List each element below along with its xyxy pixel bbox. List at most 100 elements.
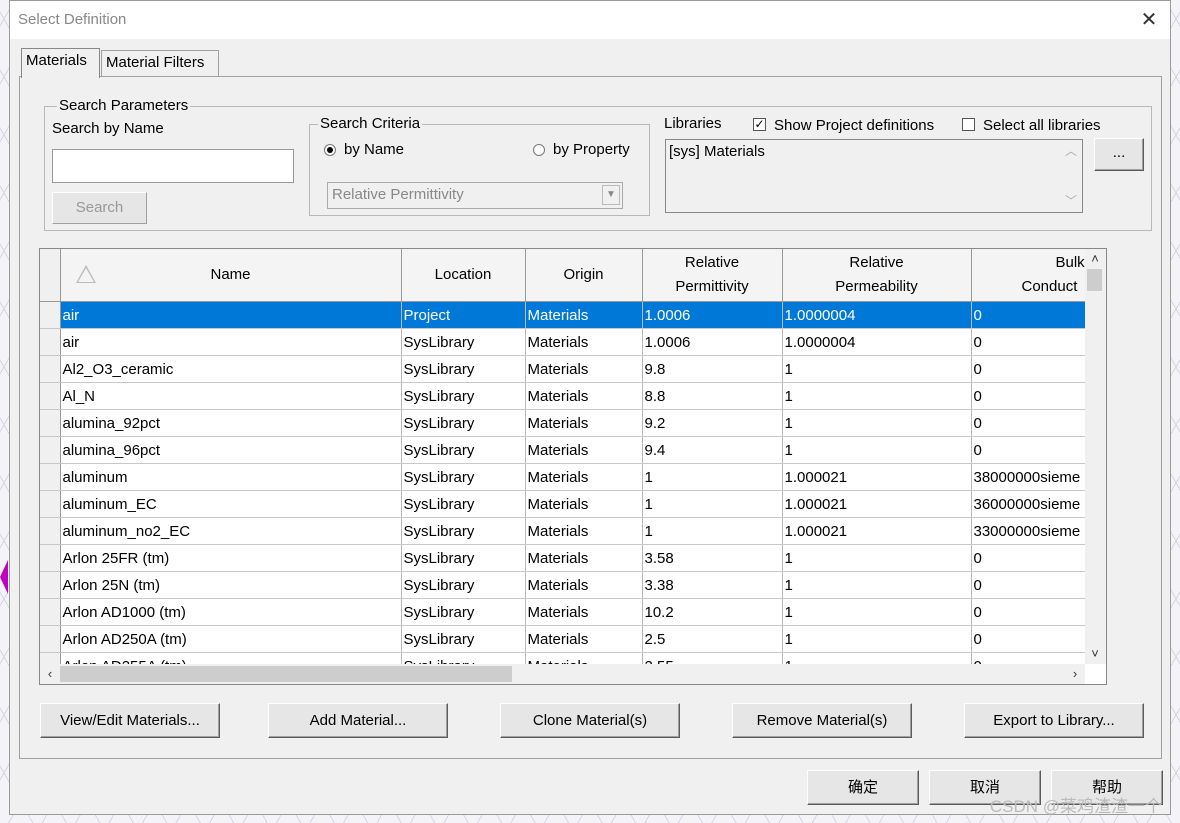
table-cell[interactable]: Materials bbox=[525, 355, 643, 383]
table-row[interactable]: air SysLibrary Materials 1.0006 1.0000004 0 bbox=[40, 328, 1085, 356]
tab-material-filters[interactable]: Material Filters bbox=[101, 50, 219, 76]
select-all-libraries-checkbox[interactable] bbox=[962, 118, 975, 131]
table-cell[interactable]: 1 bbox=[642, 463, 783, 491]
grid-horizontal-scrollbar[interactable]: ‹ › bbox=[40, 664, 1085, 684]
column-header-name[interactable]: Name bbox=[60, 249, 402, 302]
table-cell[interactable]: 33000000sieme bbox=[971, 517, 1085, 545]
by-property-radio[interactable] bbox=[533, 144, 545, 156]
table-cell[interactable]: 1 bbox=[642, 517, 783, 545]
table-cell[interactable]: 1.0000004 bbox=[782, 301, 972, 329]
table-cell[interactable]: Al2_O3_ceramic bbox=[60, 355, 402, 383]
table-cell[interactable]: 9.8 bbox=[642, 355, 783, 383]
table-cell[interactable]: 1.000021 bbox=[782, 490, 972, 518]
grid-vertical-scrollbar[interactable]: ˄ ˅ bbox=[1085, 249, 1106, 664]
add-material-button[interactable]: Add Material... bbox=[268, 703, 448, 738]
table-cell[interactable]: SysLibrary bbox=[401, 382, 526, 410]
table-row[interactable]: aluminum_no2_EC SysLibrary Materials 1 1.000… bbox=[40, 517, 1085, 545]
scroll-up-icon[interactable]: ︿ bbox=[1065, 142, 1077, 159]
row-header[interactable] bbox=[40, 463, 61, 491]
table-cell[interactable]: Materials bbox=[525, 409, 643, 437]
vertical-scroll-thumb[interactable] bbox=[1087, 269, 1102, 291]
table-cell[interactable]: 1 bbox=[782, 598, 972, 626]
table-cell[interactable]: air bbox=[60, 328, 402, 356]
table-cell[interactable]: Arlon AD255A (tm) bbox=[60, 652, 402, 664]
table-cell[interactable]: 9.2 bbox=[642, 409, 783, 437]
library-item[interactable]: [sys] Materials bbox=[669, 143, 765, 160]
table-cell[interactable]: alumina_96pct bbox=[60, 436, 402, 464]
table-cell[interactable]: Arlon AD1000 (tm) bbox=[60, 598, 402, 626]
browse-libraries-button[interactable]: ... bbox=[1094, 138, 1144, 171]
libraries-listbox[interactable]: [sys] Materials ︿ ﹀ bbox=[665, 139, 1083, 213]
column-header-bulk-conductivity[interactable]: Bulk Conduct bbox=[971, 249, 1085, 302]
table-cell[interactable]: aluminum_no2_EC bbox=[60, 517, 402, 545]
table-cell[interactable]: 0 bbox=[971, 328, 1085, 356]
scroll-up-icon[interactable]: ˄ bbox=[1085, 249, 1105, 269]
remove-material-button[interactable]: Remove Material(s) bbox=[732, 703, 912, 738]
table-cell[interactable]: Materials bbox=[525, 328, 643, 356]
table-cell[interactable]: 1.0006 bbox=[642, 328, 783, 356]
table-cell[interactable]: aluminum_EC bbox=[60, 490, 402, 518]
row-header[interactable] bbox=[40, 625, 61, 653]
table-cell[interactable]: Materials bbox=[525, 517, 643, 545]
clone-material-button[interactable]: Clone Material(s) bbox=[500, 703, 680, 738]
table-cell[interactable]: 2.5 bbox=[642, 625, 783, 653]
by-name-radio[interactable] bbox=[324, 144, 336, 156]
table-cell[interactable]: Materials bbox=[525, 436, 643, 464]
table-cell[interactable]: SysLibrary bbox=[401, 598, 526, 626]
table-cell[interactable]: Arlon 25N (tm) bbox=[60, 571, 402, 599]
table-cell[interactable]: SysLibrary bbox=[401, 490, 526, 518]
row-header[interactable] bbox=[40, 544, 61, 572]
table-cell[interactable]: Materials bbox=[525, 382, 643, 410]
row-header[interactable] bbox=[40, 409, 61, 437]
table-row[interactable]: aluminum SysLibrary Materials 1 1.000021 3800… bbox=[40, 463, 1085, 491]
row-header[interactable] bbox=[40, 490, 61, 518]
table-cell[interactable]: Materials bbox=[525, 625, 643, 653]
table-cell[interactable]: Materials bbox=[525, 544, 643, 572]
table-row[interactable]: alumina_96pct SysLibrary Materials 9.4 1 0 bbox=[40, 436, 1085, 464]
table-cell[interactable]: 1 bbox=[782, 382, 972, 410]
row-header[interactable] bbox=[40, 301, 61, 329]
table-cell[interactable]: 1 bbox=[782, 436, 972, 464]
column-header-location[interactable]: Location bbox=[401, 249, 526, 302]
table-cell[interactable]: SysLibrary bbox=[401, 355, 526, 383]
tab-materials[interactable]: Materials bbox=[21, 48, 100, 78]
table-cell[interactable]: Materials bbox=[525, 301, 643, 329]
scroll-down-icon[interactable]: ˅ bbox=[1085, 644, 1105, 664]
table-cell[interactable]: 10.2 bbox=[642, 598, 783, 626]
scroll-left-icon[interactable]: ‹ bbox=[40, 664, 60, 684]
table-cell[interactable]: 1 bbox=[782, 544, 972, 572]
close-icon[interactable]: ✕ bbox=[1134, 5, 1164, 35]
table-cell[interactable]: SysLibrary bbox=[401, 625, 526, 653]
table-cell[interactable]: Al_N bbox=[60, 382, 402, 410]
table-cell[interactable]: Project bbox=[401, 301, 526, 329]
table-row[interactable]: Arlon 25FR (tm) SysLibrary Materials 3.58 1 0 bbox=[40, 544, 1085, 572]
table-cell[interactable]: 9.4 bbox=[642, 436, 783, 464]
table-row[interactable]: Arlon 25N (tm) SysLibrary Materials 3.38 1 0 bbox=[40, 571, 1085, 599]
table-cell[interactable]: 0 bbox=[971, 382, 1085, 410]
table-row[interactable]: Arlon AD250A (tm) SysLibrary Materials 2.5 1… bbox=[40, 625, 1085, 653]
table-cell[interactable]: 8.8 bbox=[642, 382, 783, 410]
table-cell[interactable]: 0 bbox=[971, 409, 1085, 437]
table-row[interactable]: Arlon AD1000 (tm) SysLibrary Materials 10.2… bbox=[40, 598, 1085, 626]
table-row[interactable]: alumina_92pct SysLibrary Materials 9.2 1 0 bbox=[40, 409, 1085, 437]
row-header[interactable] bbox=[40, 517, 61, 545]
search-button[interactable]: Search bbox=[52, 192, 147, 224]
property-select[interactable]: Relative Permittivity ▼ bbox=[327, 182, 623, 209]
row-header[interactable] bbox=[40, 328, 61, 356]
row-header[interactable] bbox=[40, 652, 61, 664]
row-header[interactable] bbox=[40, 436, 61, 464]
table-cell[interactable]: Arlon AD250A (tm) bbox=[60, 625, 402, 653]
table-cell[interactable]: aluminum bbox=[60, 463, 402, 491]
search-name-input[interactable] bbox=[52, 149, 294, 183]
table-cell[interactable]: 0 bbox=[971, 355, 1085, 383]
table-cell[interactable]: 1 bbox=[782, 625, 972, 653]
table-cell[interactable]: SysLibrary bbox=[401, 544, 526, 572]
table-cell[interactable]: 3.58 bbox=[642, 544, 783, 572]
table-cell[interactable]: Materials bbox=[525, 598, 643, 626]
row-header[interactable] bbox=[40, 598, 61, 626]
table-cell[interactable]: 0 bbox=[971, 301, 1085, 329]
table-row[interactable]: air Project Materials 1.0006 1.0000004 0 bbox=[40, 301, 1085, 329]
column-header-relative-permittivity[interactable]: Relative Permittivity bbox=[642, 249, 783, 302]
table-cell[interactable]: Materials bbox=[525, 490, 643, 518]
horizontal-scroll-thumb[interactable] bbox=[60, 666, 512, 682]
